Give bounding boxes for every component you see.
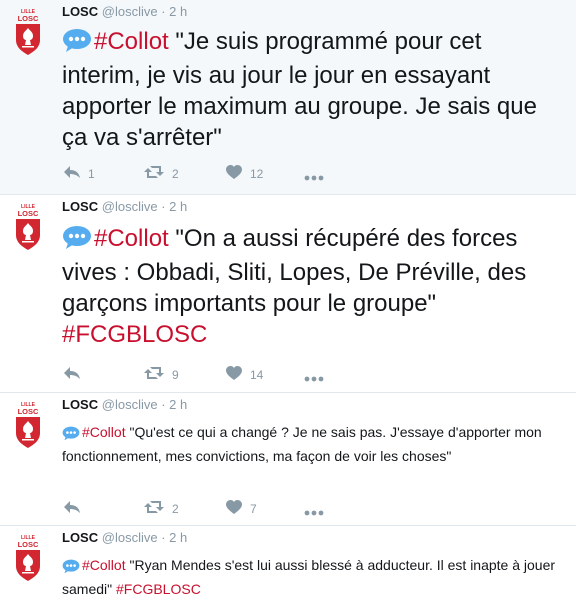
- tweet-header: LOSC @losclive · 2 h: [62, 4, 187, 19]
- more-button[interactable]: [304, 170, 324, 184]
- reply-button[interactable]: 1: [64, 165, 95, 182]
- tweet-text: #Collot "Je suis programmé pour cet inte…: [62, 26, 562, 153]
- separator: ·: [161, 530, 166, 545]
- tweet-text: #Collot "On a aussi récupéré des forces …: [62, 223, 562, 350]
- author-name[interactable]: LOSC: [62, 199, 98, 214]
- tweet[interactable]: LILLE LOSC LOSC @losclive · 2 h #Collot …: [0, 0, 576, 195]
- reply-button[interactable]: [64, 500, 88, 517]
- retweet-icon: [144, 500, 164, 517]
- more-button[interactable]: [304, 505, 324, 519]
- author-handle[interactable]: @losclive: [102, 397, 158, 412]
- reply-button[interactable]: [64, 366, 88, 383]
- like-count: 7: [250, 501, 257, 516]
- separator: ·: [161, 397, 166, 412]
- reply-count: 1: [88, 166, 95, 181]
- more-button[interactable]: [304, 371, 324, 385]
- retweet-count: 9: [172, 367, 179, 382]
- hashtag-link[interactable]: #Collot: [82, 424, 126, 440]
- reply-icon: [64, 500, 80, 517]
- separator: ·: [161, 4, 166, 19]
- hashtag-link[interactable]: #FCGBLOSC: [116, 581, 201, 597]
- svg-text:LOSC: LOSC: [18, 14, 39, 23]
- more-icon: [304, 371, 324, 385]
- tweet-header: LOSC @losclive · 2 h: [62, 530, 187, 545]
- like-count: 12: [250, 166, 264, 181]
- hashtag-link[interactable]: #FCGBLOSC: [62, 321, 207, 348]
- timestamp[interactable]: 2 h: [169, 530, 187, 545]
- tweet-text: #Collot "Ryan Mendes s'est lui aussi ble…: [62, 555, 562, 600]
- tweet-header: LOSC @losclive · 2 h: [62, 397, 187, 412]
- separator: ·: [161, 199, 166, 214]
- retweet-button[interactable]: 9: [144, 366, 179, 383]
- losc-crest-avatar[interactable]: LILLE LOSC: [13, 6, 43, 56]
- tweet[interactable]: LILLE LOSC LOSC @losclive · 2 h #Collot …: [0, 393, 576, 526]
- speech-bubble-icon: [62, 558, 80, 579]
- retweet-icon: [144, 366, 164, 383]
- heart-icon: [226, 165, 242, 182]
- author-name[interactable]: LOSC: [62, 4, 98, 19]
- svg-text:LOSC: LOSC: [18, 407, 39, 416]
- retweet-icon: [144, 165, 164, 182]
- timestamp[interactable]: 2 h: [169, 199, 187, 214]
- tweet[interactable]: LILLE LOSC LOSC @losclive · 2 h #Collot …: [0, 526, 576, 602]
- author-handle[interactable]: @losclive: [102, 4, 158, 19]
- author-handle[interactable]: @losclive: [102, 199, 158, 214]
- author-name[interactable]: LOSC: [62, 530, 98, 545]
- hashtag-link[interactable]: #Collot: [94, 225, 169, 252]
- speech-bubble-icon: [62, 28, 92, 60]
- tweet-text: #Collot "Qu'est ce qui a changé ? Je ne …: [62, 422, 562, 467]
- svg-text:LOSC: LOSC: [18, 209, 39, 218]
- heart-icon: [226, 366, 242, 383]
- like-button[interactable]: 14: [226, 366, 263, 383]
- more-icon: [304, 505, 324, 519]
- heart-icon: [226, 500, 242, 517]
- like-button[interactable]: 12: [226, 165, 263, 182]
- losc-crest-avatar[interactable]: LILLE LOSC: [13, 201, 43, 251]
- tweet-body: "Qu'est ce qui a changé ? Je ne sais pas…: [62, 424, 542, 464]
- timestamp[interactable]: 2 h: [169, 4, 187, 19]
- speech-bubble-icon: [62, 425, 80, 446]
- hashtag-link[interactable]: #Collot: [94, 28, 169, 55]
- retweet-count: 2: [172, 501, 179, 516]
- losc-crest-avatar[interactable]: LILLE LOSC: [13, 532, 43, 582]
- reply-icon: [64, 165, 80, 182]
- losc-crest-avatar[interactable]: LILLE LOSC: [13, 399, 43, 449]
- retweet-button[interactable]: 2: [144, 165, 179, 182]
- reply-icon: [64, 366, 80, 383]
- author-handle[interactable]: @losclive: [102, 530, 158, 545]
- like-count: 14: [250, 367, 264, 382]
- tweet-header: LOSC @losclive · 2 h: [62, 199, 187, 214]
- retweet-count: 2: [172, 166, 179, 181]
- more-icon: [304, 170, 324, 184]
- author-name[interactable]: LOSC: [62, 397, 98, 412]
- speech-bubble-icon: [62, 225, 92, 257]
- like-button[interactable]: 7: [226, 500, 257, 517]
- svg-text:LOSC: LOSC: [18, 540, 39, 549]
- tweet[interactable]: LILLE LOSC LOSC @losclive · 2 h #Collot …: [0, 195, 576, 393]
- timestamp[interactable]: 2 h: [169, 397, 187, 412]
- hashtag-link[interactable]: #Collot: [82, 557, 126, 573]
- retweet-button[interactable]: 2: [144, 500, 179, 517]
